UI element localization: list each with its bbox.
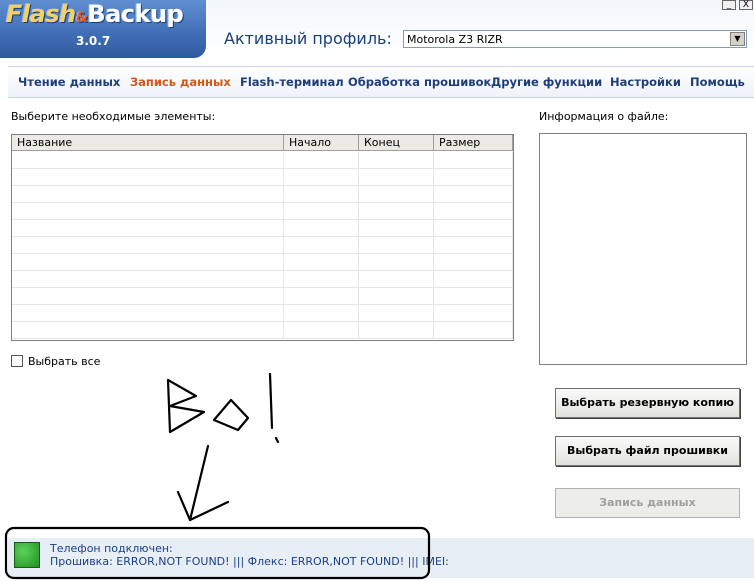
app-version: 3.0.7: [76, 34, 111, 48]
table-row[interactable]: [12, 305, 513, 322]
table-cell: [12, 152, 284, 168]
table-row[interactable]: [12, 271, 513, 288]
table-row[interactable]: [12, 186, 513, 203]
table-cell: [359, 203, 434, 219]
table-cell: [359, 305, 434, 321]
table-row[interactable]: [12, 237, 513, 254]
table-cell: [284, 288, 359, 304]
column-header-name[interactable]: Название: [12, 135, 284, 151]
table-row[interactable]: [12, 152, 513, 169]
profile-label: Активный профиль:: [224, 29, 392, 48]
table-cell: [284, 237, 359, 253]
table-cell: [359, 220, 434, 236]
chevron-down-icon[interactable]: ▼: [730, 32, 745, 46]
table-cell: [359, 169, 434, 185]
table-cell: [434, 288, 513, 304]
select-all-checkbox[interactable]: [11, 355, 23, 367]
table-cell: [434, 152, 513, 168]
table-cell: [284, 203, 359, 219]
logo-banner: Flash&Backup 3.0.7: [0, 0, 206, 58]
file-info-label: Информация о файле:: [539, 110, 669, 123]
table-cell: [434, 237, 513, 253]
table-row[interactable]: [12, 254, 513, 271]
menu-item-read[interactable]: Чтение данных: [18, 75, 120, 89]
table-cell: [434, 322, 513, 338]
table-cell: [284, 322, 359, 338]
table-cell: [434, 169, 513, 185]
column-header-size[interactable]: Размер: [434, 135, 513, 151]
status-connected-text: Телефон подключен:: [50, 542, 173, 555]
app-logo: Flash&Backup: [6, 0, 184, 28]
table-cell: [12, 220, 284, 236]
table-cell: [12, 271, 284, 287]
table-cell: [359, 288, 434, 304]
table-cell: [434, 220, 513, 236]
table-row[interactable]: [12, 203, 513, 220]
column-header-start[interactable]: Начало: [284, 135, 359, 151]
app-header: Flash&Backup 3.0.7 Активный профиль: Mot…: [0, 0, 754, 62]
table-row[interactable]: [12, 169, 513, 186]
select-elements-label: Выберите необходимые элементы:: [11, 110, 216, 123]
table-cell: [284, 220, 359, 236]
table-cell: [12, 322, 284, 338]
table-cell: [434, 271, 513, 287]
menu-item-other[interactable]: Другие функции: [491, 75, 602, 89]
menu-item-firmware[interactable]: Обработка прошивок: [348, 75, 491, 89]
select-firmware-button[interactable]: Выбрать файл прошивки: [555, 436, 740, 466]
table-cell: [12, 305, 284, 321]
table-cell: [284, 254, 359, 270]
table-cell: [359, 254, 434, 270]
connection-indicator-icon: [14, 542, 40, 568]
main-menu: Чтение данных Запись данных Flash-термин…: [8, 66, 754, 98]
select-backup-button[interactable]: Выбрать резервную копию: [555, 388, 740, 418]
table-cell: [359, 152, 434, 168]
table-cell: [359, 271, 434, 287]
table-cell: [434, 254, 513, 270]
table-cell: [359, 322, 434, 338]
write-data-button[interactable]: Запись данных: [555, 488, 740, 518]
select-all-label[interactable]: Выбрать все: [28, 355, 100, 368]
table-row[interactable]: [12, 288, 513, 305]
close-button[interactable]: X: [739, 0, 753, 10]
table-cell: [284, 152, 359, 168]
table-cell: [359, 237, 434, 253]
table-cell: [284, 271, 359, 287]
column-header-end[interactable]: Конец: [359, 135, 434, 151]
table-cell: [12, 169, 284, 185]
profile-selected-value: Motorola Z3 RIZR: [407, 33, 503, 46]
table-cell: [359, 186, 434, 202]
table-cell: [12, 186, 284, 202]
menu-item-settings[interactable]: Настройки: [610, 75, 681, 89]
status-bar: Телефон подключен: Прошивка: ERROR,NOT F…: [8, 538, 754, 578]
profile-select[interactable]: Motorola Z3 RIZR ▼: [403, 30, 747, 48]
table-cell: [284, 305, 359, 321]
menu-item-help[interactable]: Помощь: [690, 75, 745, 89]
table-cell: [284, 186, 359, 202]
table-cell: [12, 237, 284, 253]
table-cell: [12, 203, 284, 219]
table-cell: [12, 254, 284, 270]
menu-item-terminal[interactable]: Flash-терминал: [240, 75, 344, 89]
table-cell: [434, 203, 513, 219]
menu-item-write[interactable]: Запись данных: [130, 75, 231, 89]
minimize-button[interactable]: _: [722, 0, 736, 10]
table-row[interactable]: [12, 220, 513, 237]
table-row[interactable]: [12, 322, 513, 339]
elements-table[interactable]: Название Начало Конец Размер: [11, 134, 514, 341]
table-cell: [434, 186, 513, 202]
table-cell: [12, 288, 284, 304]
table-cell: [284, 169, 359, 185]
status-details-text: Прошивка: ERROR,NOT FOUND! ||| Флекс: ER…: [50, 555, 449, 568]
table-cell: [434, 305, 513, 321]
table-header: Название Начало Конец Размер: [12, 135, 513, 152]
file-info-box[interactable]: [539, 133, 747, 365]
